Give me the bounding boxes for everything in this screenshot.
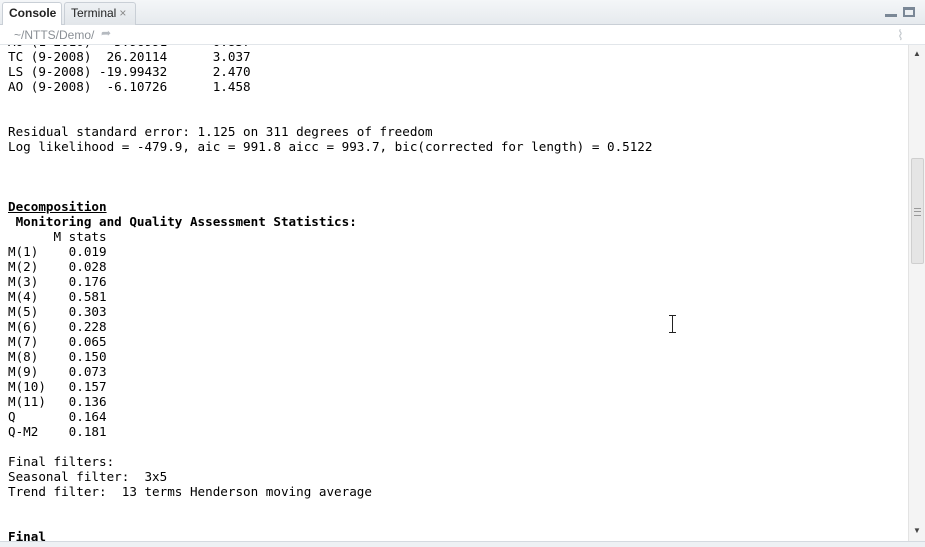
console-line: Q 0.164 — [8, 409, 107, 424]
section-heading: Final — [8, 529, 46, 541]
console-line: Monitoring and Quality Assessment Statis… — [8, 214, 357, 229]
console-line: Trend filter: 13 terms Henderson moving … — [8, 484, 372, 499]
console-line: M(2) 0.028 — [8, 259, 107, 274]
console-line: M(11) 0.136 — [8, 394, 107, 409]
minimize-icon[interactable] — [885, 7, 897, 17]
vertical-scrollbar[interactable]: ▲ ▼ — [908, 45, 925, 541]
section-heading: Decomposition — [8, 199, 107, 214]
maximize-icon[interactable] — [903, 7, 915, 17]
console-line: TC (9-2008) 26.20114 3.037 — [8, 49, 251, 64]
tab-console[interactable]: Console — [2, 2, 62, 25]
console-line: M stats — [8, 229, 107, 244]
console-line: M(7) 0.065 — [8, 334, 107, 349]
console-line: Seasonal filter: 3x5 — [8, 469, 168, 484]
tab-terminal-label: Terminal — [71, 6, 117, 20]
tab-console-label: Console — [9, 6, 57, 20]
console-line: M(4) 0.581 — [8, 289, 107, 304]
console-output[interactable]: AO (1-2010) -5.96991 0.857TC (9-2008) 26… — [0, 45, 908, 541]
console-line: M(8) 0.150 — [8, 349, 107, 364]
scroll-down-icon[interactable]: ▼ — [913, 526, 921, 535]
console-line: LS (9-2008) -19.99432 2.470 — [8, 64, 251, 79]
console-line: M(3) 0.176 — [8, 274, 107, 289]
close-icon[interactable]: × — [119, 6, 126, 20]
working-directory-bar: ~/NTTS/Demo/ ➦ ⌇ — [0, 25, 925, 45]
scroll-up-icon[interactable]: ▲ — [913, 49, 921, 58]
console-line: AO (9-2008) -6.10726 1.458 — [8, 79, 251, 94]
console-line: Residual standard error: 1.125 on 311 de… — [8, 124, 433, 139]
console-line: Log likelihood = -479.9, aic = 991.8 aic… — [8, 139, 653, 154]
scrollbar-thumb[interactable] — [911, 158, 924, 264]
console-line: M(5) 0.303 — [8, 304, 107, 319]
grip-icon — [914, 208, 921, 216]
tab-terminal[interactable]: Terminal × — [64, 2, 136, 25]
broom-icon[interactable]: ⌇ — [897, 27, 904, 44]
pane-tab-bar: Console Terminal × — [0, 0, 925, 25]
console-line: M(1) 0.019 — [8, 244, 107, 259]
pane-bottom-edge — [0, 541, 925, 547]
working-directory-path: ~/NTTS/Demo/ — [14, 28, 95, 42]
forward-arrow-icon[interactable]: ➦ — [101, 26, 111, 40]
console-line: M(6) 0.228 — [8, 319, 107, 334]
console-line: M(9) 0.073 — [8, 364, 107, 379]
console-line: Q-M2 0.181 — [8, 424, 107, 439]
text-cursor-icon — [668, 315, 678, 333]
console-line: M(10) 0.157 — [8, 379, 107, 394]
console-line: Final filters: — [8, 454, 115, 469]
